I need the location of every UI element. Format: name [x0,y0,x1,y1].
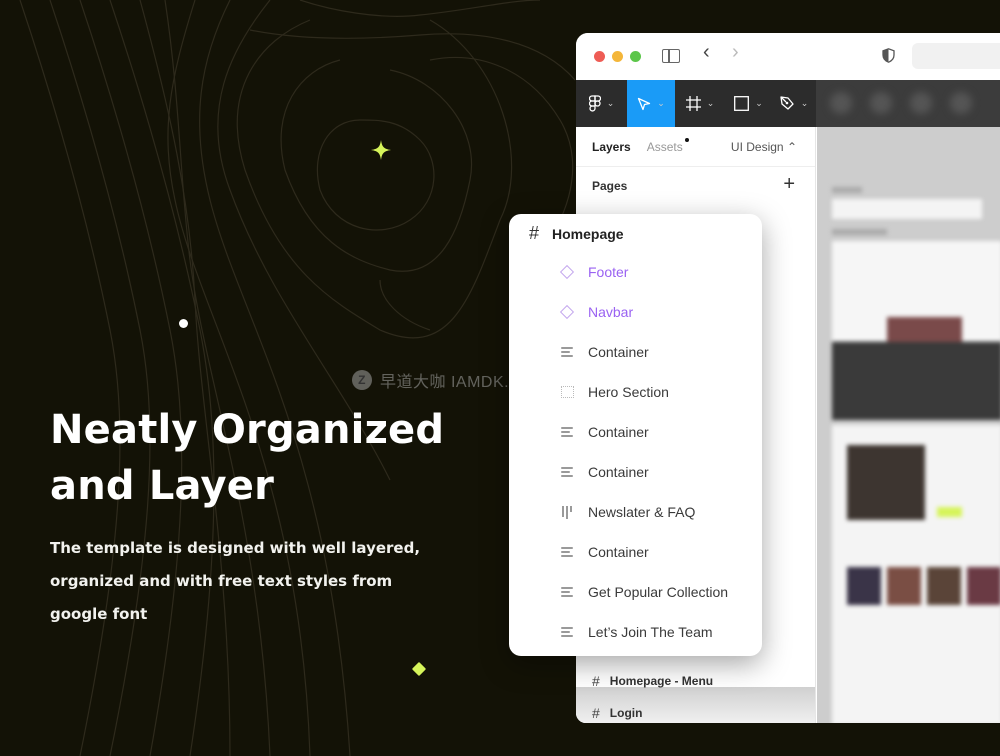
move-tool-button[interactable]: ⌄ [627,80,675,127]
figma-toolbar: ⌄ ⌄ ⌄ ⌄ ⌄ [576,80,1000,127]
layer-label: Get Popular Collection [588,584,729,600]
pages-header: Pages + [576,167,815,205]
layer-label: Navbar [588,304,634,320]
chevron-down-icon: ⌄ [800,98,809,108]
cursor-icon [638,97,651,110]
frame-dotted-icon [560,386,574,398]
chevron-down-icon: ⌄ [706,98,715,108]
frame-homepage[interactable]: # Homepage [529,223,624,244]
watermark-logo-icon: Z [352,370,372,390]
back-button[interactable]: ‹ [703,42,710,62]
pen-icon [780,96,794,110]
hero-description-line2: organized and with free text styles from [50,572,393,590]
chevron-down-icon: ⌄ [657,98,665,108]
sidebar-toggle-icon[interactable] [662,49,680,63]
tab-assets[interactable]: Assets [646,137,689,154]
component-icon [559,304,575,320]
layer-label: Let’s Join The Team [588,624,713,640]
auto-layout-icon [561,587,573,597]
page-item-label: Homepage - Menu [609,674,714,688]
canvas-button [937,507,962,517]
component-icon [559,264,575,280]
chevron-down-icon: ⌄ [606,98,615,108]
browser-titlebar: ‹ › [576,33,1000,80]
auto-layout-icon [561,627,573,637]
layer-label: Container [588,544,649,560]
layer-label: Container [588,424,649,440]
add-page-button[interactable]: + [783,173,795,196]
maximize-window-button[interactable] [630,51,641,62]
sparkle-icon [371,140,391,160]
canvas-dark-section [832,342,1000,420]
shape-tool-button[interactable]: ⌄ [725,80,772,127]
figma-icon [588,95,601,112]
hero-title-line1: Neatly Organized [50,407,445,453]
canvas-card-1 [847,567,881,605]
tab-layers[interactable]: Layers [592,140,631,154]
address-bar[interactable] [912,43,1000,69]
layer-footer[interactable]: Footer [559,264,629,280]
design-canvas[interactable] [817,127,1000,723]
canvas-portrait [847,445,925,520]
shield-icon[interactable] [882,48,895,63]
layer-label: Footer [588,264,629,280]
auto-layout-icon [561,467,573,477]
canvas-card-3 [927,567,961,605]
decorative-dot [179,319,188,328]
frame-title: Homepage [552,225,624,242]
hero-section: Neatly Organized and Layer The template … [50,402,490,631]
layer-newsletter-faq[interactable]: Newslater & FAQ [560,504,695,520]
frame-tool-button[interactable]: ⌄ [675,80,725,127]
chevron-down-icon: ⌄ [755,98,763,108]
layers-popup: # Homepage Footer Navbar Container Hero … [509,214,762,656]
panel-tabs: Layers Assets UI Design ⌃ [576,127,815,167]
auto-layout-icon [561,347,573,357]
tab-assets-label: Assets [646,139,683,154]
pen-tool-button[interactable]: ⌄ [772,80,816,127]
auto-layout-icon [561,547,573,557]
layer-navbar[interactable]: Navbar [559,304,634,320]
page-item-homepage-menu[interactable]: # Homepage - Menu [592,673,713,689]
layer-container[interactable]: Container [560,344,649,360]
canvas-label [832,187,862,193]
pages-label: Pages [592,179,628,193]
layer-container[interactable]: Container [560,464,649,480]
notification-dot [684,137,689,142]
frame-icon [685,96,701,111]
rectangle-icon [734,96,750,111]
layer-container[interactable]: Container [560,544,649,560]
layer-label: Container [588,464,649,480]
page-select-dropdown[interactable]: UI Design ⌃ [731,140,797,154]
layer-get-popular-collection[interactable]: Get Popular Collection [560,584,728,600]
hero-description-line1: The template is designed with well layer… [50,539,421,557]
layer-hero-section[interactable]: Hero Section [560,384,669,400]
horizontal-layout-icon [562,505,572,519]
layer-label: Hero Section [588,384,669,400]
layer-lets-join-the-team[interactable]: Let’s Join The Team [560,624,713,640]
auto-layout-icon [561,427,573,437]
figma-menu-button[interactable]: ⌄ [576,80,627,127]
layer-label: Container [588,344,649,360]
page-item-login[interactable]: # Login [592,705,642,721]
canvas-frame-label [832,229,887,235]
frame-hash-icon: # [529,223,540,243]
hero-title-line2: and Layer [50,463,275,509]
forward-button[interactable]: › [732,42,739,62]
layer-container[interactable]: Container [560,424,649,440]
hero-description: The template is designed with well layer… [50,532,490,631]
layer-label: Newslater & FAQ [588,504,696,520]
canvas-input [832,199,982,219]
hero-description-line3: google font [50,605,148,623]
toolbar-blurred-area [816,80,1000,127]
frame-hash-icon: # [592,673,600,689]
hero-title: Neatly Organized and Layer [50,402,490,514]
canvas-card-4 [967,567,1000,605]
page-item-label: Login [609,706,643,720]
close-window-button[interactable] [594,51,605,62]
canvas-card-2 [887,567,921,605]
frame-hash-icon: # [592,705,600,721]
minimize-window-button[interactable] [612,51,623,62]
